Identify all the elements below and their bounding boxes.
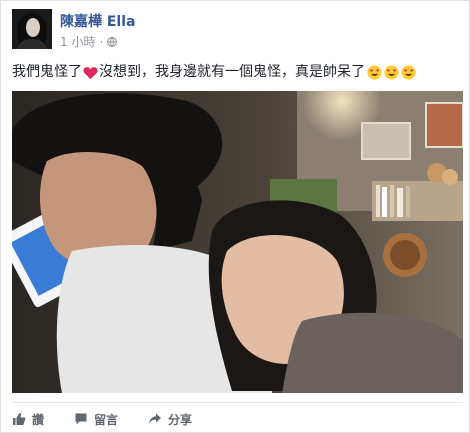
like-button[interactable]: 讚 [12, 411, 44, 428]
post-actions: 讚 留言 分享 [12, 407, 222, 431]
photo-illustration [12, 91, 463, 393]
post-timestamp[interactable]: 1 小時 [60, 33, 95, 50]
post-meta: 1 小時 · [60, 33, 118, 50]
post-photo[interactable] [12, 91, 463, 393]
comment-button[interactable]: 留言 [74, 411, 118, 428]
heart-eyes-emoji-icon [384, 65, 399, 80]
heart-eyes-emoji-icon [401, 65, 416, 80]
heart-eyes-emoji-icon [367, 65, 382, 80]
author-avatar[interactable] [12, 9, 52, 49]
author-name[interactable]: 陳嘉樺 Ella [60, 11, 135, 31]
post-text-part-2: 沒想到，我身邊就有一個鬼怪，真是帥呆了 [99, 64, 365, 80]
actions-divider [12, 402, 463, 403]
comment-label: 留言 [94, 412, 119, 427]
globe-icon[interactable] [107, 36, 118, 47]
thumbs-up-icon [13, 413, 26, 425]
share-arrow-icon [149, 413, 162, 424]
like-label: 讚 [32, 412, 45, 427]
share-label: 分享 [168, 412, 193, 427]
facebook-post: 陳嘉樺 Ella 1 小時 · 我們鬼怪了 沒想到，我身邊就有一個鬼怪，真是帥呆… [0, 0, 470, 433]
post-text-part-1: 我們鬼怪了 [12, 64, 82, 80]
comment-icon [75, 413, 87, 425]
meta-separator: · [99, 34, 104, 49]
avatar-face [26, 18, 40, 37]
red-heart-icon [83, 66, 98, 79]
post-text: 我們鬼怪了 沒想到，我身邊就有一個鬼怪，真是帥呆了 [12, 63, 464, 82]
share-button[interactable]: 分享 [148, 411, 192, 428]
